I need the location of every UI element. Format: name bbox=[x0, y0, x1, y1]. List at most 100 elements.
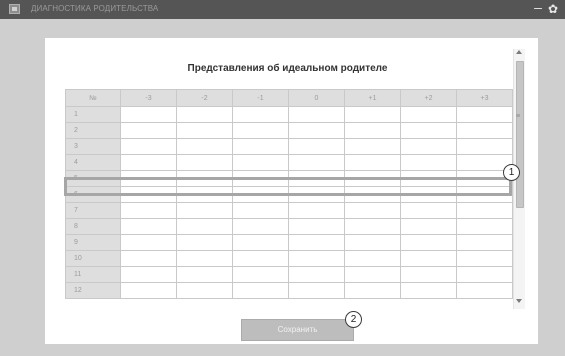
rating-cell[interactable] bbox=[232, 122, 289, 139]
rating-cell[interactable] bbox=[344, 234, 401, 251]
rating-cell[interactable] bbox=[400, 202, 457, 219]
rating-cell[interactable] bbox=[120, 106, 177, 123]
rating-cell[interactable] bbox=[232, 266, 289, 283]
table-row[interactable]: 1 bbox=[65, 106, 513, 123]
header-col: 0 bbox=[288, 89, 345, 107]
rating-cell[interactable] bbox=[288, 266, 345, 283]
rating-cell[interactable] bbox=[288, 234, 345, 251]
table-row[interactable]: 9 bbox=[65, 234, 513, 251]
window-title: ДИАГНОСТИКА РОДИТЕЛЬСТВА bbox=[31, 4, 159, 13]
header-col: -2 bbox=[176, 89, 233, 107]
callout-badge-2: 2 bbox=[345, 311, 362, 328]
rating-cell[interactable] bbox=[288, 250, 345, 267]
rating-cell[interactable] bbox=[456, 106, 513, 123]
gear-icon[interactable]: ✿ bbox=[546, 2, 560, 16]
rating-cell[interactable] bbox=[120, 234, 177, 251]
rating-cell[interactable] bbox=[456, 138, 513, 155]
callout-badge-1: 1 bbox=[503, 164, 520, 181]
row-number: 7 bbox=[65, 202, 121, 219]
table-row[interactable]: 10 bbox=[65, 250, 513, 267]
rating-cell[interactable] bbox=[344, 202, 401, 219]
rating-cell[interactable] bbox=[176, 250, 233, 267]
rating-cell[interactable] bbox=[232, 218, 289, 235]
rating-cell[interactable] bbox=[400, 154, 457, 171]
rating-cell[interactable] bbox=[232, 202, 289, 219]
rating-cell[interactable] bbox=[288, 138, 345, 155]
rating-cell[interactable] bbox=[456, 234, 513, 251]
minimize-button[interactable]: – bbox=[531, 0, 545, 16]
save-button[interactable]: Сохранить bbox=[241, 319, 354, 341]
table-header-row: № -3 -2 -1 0 +1 +2 +3 bbox=[65, 89, 513, 107]
rating-cell[interactable] bbox=[232, 250, 289, 267]
rating-cell[interactable] bbox=[288, 282, 345, 299]
rating-cell[interactable] bbox=[120, 266, 177, 283]
rating-cell[interactable] bbox=[176, 138, 233, 155]
rating-cell[interactable] bbox=[344, 122, 401, 139]
rating-cell[interactable] bbox=[288, 218, 345, 235]
table-row[interactable]: 11 bbox=[65, 266, 513, 283]
row-number: 12 bbox=[65, 282, 121, 299]
rating-cell[interactable] bbox=[232, 138, 289, 155]
scroll-up-arrow-icon[interactable] bbox=[516, 50, 522, 54]
rating-cell[interactable] bbox=[456, 122, 513, 139]
table-row[interactable]: 4 bbox=[65, 154, 513, 171]
rating-cell[interactable] bbox=[400, 234, 457, 251]
rating-cell[interactable] bbox=[288, 202, 345, 219]
header-col: -1 bbox=[232, 89, 289, 107]
rating-cell[interactable] bbox=[176, 266, 233, 283]
scroll-down-arrow-icon[interactable] bbox=[516, 299, 522, 303]
rating-cell[interactable] bbox=[456, 202, 513, 219]
rating-cell[interactable] bbox=[232, 154, 289, 171]
rating-cell[interactable] bbox=[176, 218, 233, 235]
title-bar: ДИАГНОСТИКА РОДИТЕЛЬСТВА – ✿ bbox=[0, 0, 565, 19]
rating-cell[interactable] bbox=[400, 138, 457, 155]
table-row[interactable]: 7 bbox=[65, 202, 513, 219]
rating-cell[interactable] bbox=[120, 250, 177, 267]
rating-cell[interactable] bbox=[288, 122, 345, 139]
rating-cell[interactable] bbox=[176, 122, 233, 139]
rating-cell[interactable] bbox=[456, 266, 513, 283]
rating-cell[interactable] bbox=[456, 282, 513, 299]
header-col: +1 bbox=[344, 89, 401, 107]
rating-cell[interactable] bbox=[120, 202, 177, 219]
rating-cell[interactable] bbox=[288, 106, 345, 123]
rating-cell[interactable] bbox=[176, 106, 233, 123]
rating-cell[interactable] bbox=[456, 250, 513, 267]
rating-cell[interactable] bbox=[456, 218, 513, 235]
rating-cell[interactable] bbox=[120, 122, 177, 139]
scrollbar-thumb[interactable] bbox=[516, 61, 524, 208]
rating-cell[interactable] bbox=[344, 266, 401, 283]
rating-cell[interactable] bbox=[400, 122, 457, 139]
table-row[interactable]: 12 bbox=[65, 282, 513, 299]
rating-cell[interactable] bbox=[400, 218, 457, 235]
rating-cell[interactable] bbox=[288, 154, 345, 171]
rating-cell[interactable] bbox=[232, 106, 289, 123]
rating-cell[interactable] bbox=[232, 234, 289, 251]
selected-row-highlight bbox=[64, 177, 512, 196]
table-row[interactable]: 8 bbox=[65, 218, 513, 235]
rating-cell[interactable] bbox=[400, 282, 457, 299]
rating-cell[interactable] bbox=[400, 266, 457, 283]
row-number: 1 bbox=[65, 106, 121, 123]
rating-cell[interactable] bbox=[344, 218, 401, 235]
rating-cell[interactable] bbox=[120, 218, 177, 235]
rating-cell[interactable] bbox=[120, 138, 177, 155]
table-row[interactable]: 3 bbox=[65, 138, 513, 155]
rating-cell[interactable] bbox=[176, 282, 233, 299]
rating-cell[interactable] bbox=[176, 234, 233, 251]
rating-cell[interactable] bbox=[400, 106, 457, 123]
table-row[interactable]: 2 bbox=[65, 122, 513, 139]
rating-cell[interactable] bbox=[344, 282, 401, 299]
rating-cell[interactable] bbox=[344, 250, 401, 267]
header-col: +3 bbox=[456, 89, 513, 107]
rating-cell[interactable] bbox=[344, 154, 401, 171]
table-title: Представления об идеальном родителе bbox=[187, 63, 388, 74]
rating-cell[interactable] bbox=[176, 154, 233, 171]
rating-cell[interactable] bbox=[120, 154, 177, 171]
rating-cell[interactable] bbox=[344, 138, 401, 155]
rating-cell[interactable] bbox=[232, 282, 289, 299]
rating-cell[interactable] bbox=[344, 106, 401, 123]
rating-cell[interactable] bbox=[400, 250, 457, 267]
rating-cell[interactable] bbox=[176, 202, 233, 219]
rating-cell[interactable] bbox=[120, 282, 177, 299]
